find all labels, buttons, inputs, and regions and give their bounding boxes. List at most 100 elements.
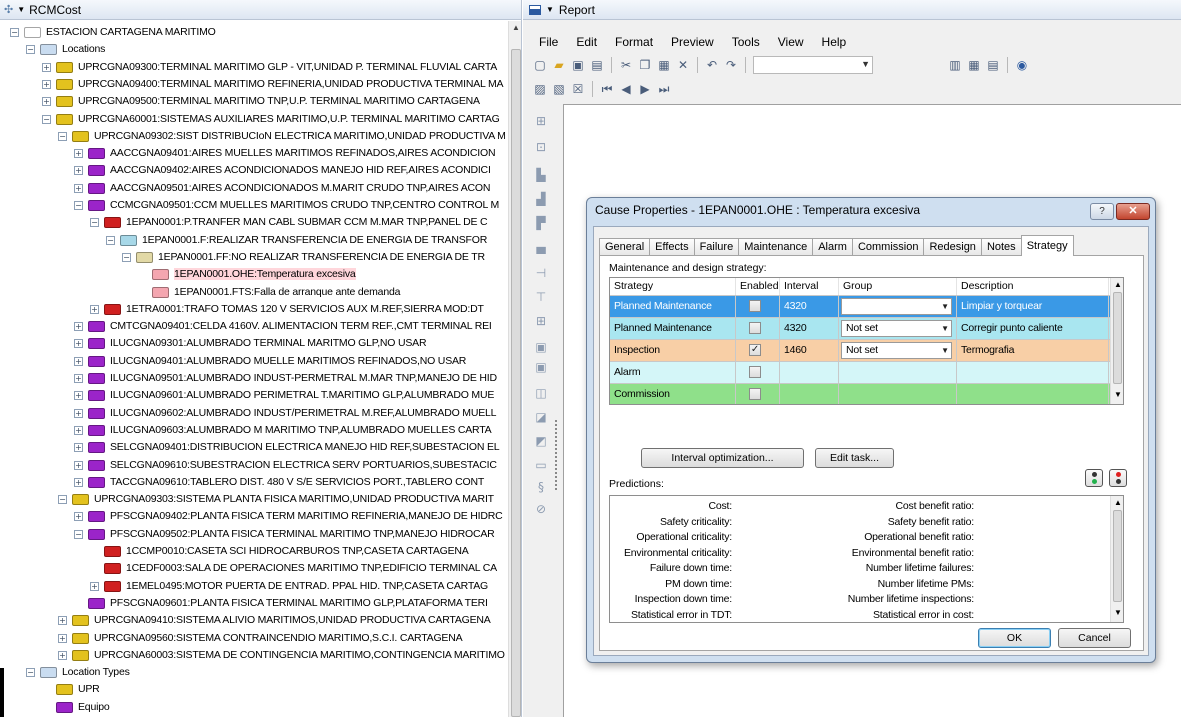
- chevron-down-icon[interactable]: ▼: [939, 299, 951, 314]
- expand-icon[interactable]: +: [74, 374, 83, 383]
- cancel-button[interactable]: Cancel: [1058, 628, 1131, 648]
- column-header[interactable]: Group: [839, 278, 957, 295]
- tree-node[interactable]: + ILUCGNA09603:ALUMBRADO M MARITIMO TNP,A…: [0, 422, 508, 440]
- strategy-cell[interactable]: Alarm: [610, 362, 736, 383]
- strategy-cell[interactable]: Planned Maintenance: [610, 318, 736, 339]
- column-header[interactable]: Description: [957, 278, 1109, 295]
- enabled-checkbox[interactable]: [749, 366, 761, 378]
- menu-file[interactable]: File: [539, 35, 558, 49]
- tree-scrollbar[interactable]: ▲: [508, 21, 521, 717]
- save-icon[interactable]: ▣: [571, 58, 585, 72]
- scroll-thumb[interactable]: [1113, 510, 1122, 602]
- scroll-down-icon[interactable]: ▼: [1114, 390, 1122, 399]
- scroll-up-icon[interactable]: ▲: [512, 23, 520, 32]
- align-top-icon[interactable]: ▛: [533, 216, 549, 230]
- help-icon[interactable]: ◉: [1015, 58, 1029, 72]
- menu-preview[interactable]: Preview: [671, 35, 714, 49]
- tree-node[interactable]: + ILUCGNA09401:ALUMBRADO MUELLE MARITIMOS…: [0, 353, 508, 371]
- table-tool-icon[interactable]: ▭: [533, 458, 549, 472]
- paste-icon[interactable]: ▦: [657, 58, 671, 72]
- tree-node[interactable]: + AACCGNA09501:AIRES ACONDICIONADOS M.MAR…: [0, 180, 508, 198]
- collapse-icon[interactable]: −: [74, 201, 83, 210]
- interval-cell[interactable]: 4320: [780, 296, 839, 317]
- column-header[interactable]: Enabled: [736, 278, 780, 295]
- tree-node[interactable]: 1EPAN0001.OHE:Temperatura excesiva: [0, 266, 508, 284]
- tab-notes[interactable]: Notes: [980, 238, 1022, 256]
- expand-icon[interactable]: +: [74, 391, 83, 401]
- grid-tool-icon[interactable]: ⊞: [533, 114, 549, 128]
- strategy-cell[interactable]: Inspection: [610, 340, 736, 361]
- tree-dropdown-icon[interactable]: ▼: [17, 5, 25, 14]
- delete-icon[interactable]: ✕: [676, 58, 690, 72]
- strategy-row[interactable]: Commission: [610, 383, 1123, 404]
- tree-node[interactable]: 1CEDF0003:SALA DE OPERACIONES MARITIMO T…: [0, 560, 508, 578]
- menu-format[interactable]: Format: [615, 35, 653, 49]
- bring-front-icon[interactable]: ▣: [533, 340, 549, 354]
- tree-node[interactable]: − UPRCGNA60001:SISTEMAS AUXILIARES MARITI…: [0, 111, 508, 129]
- group-select[interactable]: Not set ▼: [841, 298, 952, 315]
- traffic-light-red-icon[interactable]: [1109, 469, 1127, 487]
- expand-icon[interactable]: +: [74, 460, 83, 470]
- strategy-grid[interactable]: Strategy Enabled Interval Group Description …: [609, 277, 1124, 405]
- redo-icon[interactable]: ↷: [724, 58, 738, 72]
- text-tool-icon[interactable]: ◪: [533, 410, 549, 424]
- align-icon[interactable]: ▥: [948, 58, 962, 72]
- interval-cell[interactable]: [780, 384, 839, 404]
- script-tool-icon[interactable]: §: [533, 480, 549, 494]
- chevron-down-icon[interactable]: ▼: [939, 343, 951, 358]
- tab-general[interactable]: General: [599, 238, 651, 256]
- page-setup-icon[interactable]: ▧: [552, 82, 566, 96]
- tree-node[interactable]: + SELCGNA09610:SUBESTRACION ELECTRICA SER…: [0, 457, 508, 475]
- collapse-icon[interactable]: −: [122, 252, 131, 262]
- strategy-row[interactable]: Inspection ✓ 1460 Not set ▼ Termografia: [610, 339, 1123, 361]
- expand-icon[interactable]: +: [74, 408, 83, 418]
- tree-node[interactable]: − UPRCGNA09303:SISTEMA PLANTA FISICA MARI…: [0, 491, 508, 509]
- expand-icon[interactable]: +: [90, 581, 99, 591]
- tree-node[interactable]: − PFSCGNA09502:PLANTA FISICA TERMINAL MAR…: [0, 526, 508, 544]
- tree-node[interactable]: + ILUCGNA09501:ALUMBRADO INDUST-PERMETRAL…: [0, 370, 508, 388]
- tree-node[interactable]: + SELCGNA09401:DISTRIBUCION ELECTRICA MAN…: [0, 439, 508, 457]
- enabled-checkbox[interactable]: [749, 388, 761, 400]
- cut-icon[interactable]: ✂: [619, 58, 633, 72]
- strategy-cell[interactable]: Planned Maintenance: [610, 296, 736, 317]
- column-header[interactable]: Strategy: [610, 278, 736, 295]
- expand-icon[interactable]: +: [74, 149, 83, 159]
- expand-icon[interactable]: +: [90, 304, 99, 314]
- tree-node[interactable]: 1EPAN0001.FTS:Falla de arranque ante dem…: [0, 284, 508, 302]
- ok-button[interactable]: OK: [978, 628, 1051, 648]
- tree-node[interactable]: + ILUCGNA09601:ALUMBRADO PERIMETRAL T.MAR…: [0, 387, 508, 405]
- tree-node[interactable]: + AACCGNA09402:AIRES ACONDICIONADOS MANEJ…: [0, 162, 508, 180]
- grid-icon[interactable]: ▦: [967, 58, 981, 72]
- scroll-up-icon[interactable]: ▲: [1114, 498, 1122, 507]
- undo-icon[interactable]: ↶: [705, 58, 719, 72]
- interval-cell[interactable]: [780, 362, 839, 383]
- description-cell[interactable]: Termografia: [957, 340, 1109, 361]
- frame-tool-icon[interactable]: ⊡: [533, 140, 549, 154]
- interval-cell[interactable]: 1460: [780, 340, 839, 361]
- align-bottom-icon[interactable]: ▄: [533, 240, 549, 254]
- interval-cell[interactable]: 4320: [780, 318, 839, 339]
- tree-node[interactable]: + UPRCGNA09410:SISTEMA ALIVIO MARITIMOS,U…: [0, 612, 508, 630]
- expand-icon[interactable]: +: [58, 633, 67, 643]
- expand-icon[interactable]: +: [74, 322, 83, 332]
- expand-icon[interactable]: +: [42, 62, 51, 72]
- strategy-row[interactable]: Alarm: [610, 361, 1123, 383]
- expand-icon[interactable]: +: [74, 477, 83, 487]
- expand-icon[interactable]: +: [74, 166, 83, 176]
- collapse-icon[interactable]: −: [26, 45, 35, 55]
- report-dropdown-icon[interactable]: ▼: [546, 5, 554, 14]
- enabled-checkbox[interactable]: [749, 300, 761, 312]
- collapse-icon[interactable]: −: [58, 131, 67, 141]
- menu-help[interactable]: Help: [822, 35, 847, 49]
- close-button[interactable]: ✕: [1116, 203, 1150, 220]
- preview-icon[interactable]: ▨: [533, 82, 547, 96]
- copy-icon[interactable]: ❐: [638, 58, 652, 72]
- collapse-icon[interactable]: −: [58, 495, 67, 505]
- tab-strategy[interactable]: Strategy: [1020, 235, 1074, 256]
- tree-node[interactable]: − ESTACION CARTAGENA MARITIMO: [0, 24, 508, 42]
- chart-tool-icon[interactable]: ◩: [533, 434, 549, 448]
- tree-node[interactable]: + UPRCGNA09400:TERMINAL MARITIMO REFINERI…: [0, 76, 508, 94]
- font-combo[interactable]: ▼: [753, 56, 873, 74]
- tree-node[interactable]: − CCMCGNA09501:CCM MUELLES MARITIMOS CRUD…: [0, 197, 508, 215]
- tree-node[interactable]: + UPRCGNA60003:SISTEMA DE CONTINGENCIA MA…: [0, 647, 508, 665]
